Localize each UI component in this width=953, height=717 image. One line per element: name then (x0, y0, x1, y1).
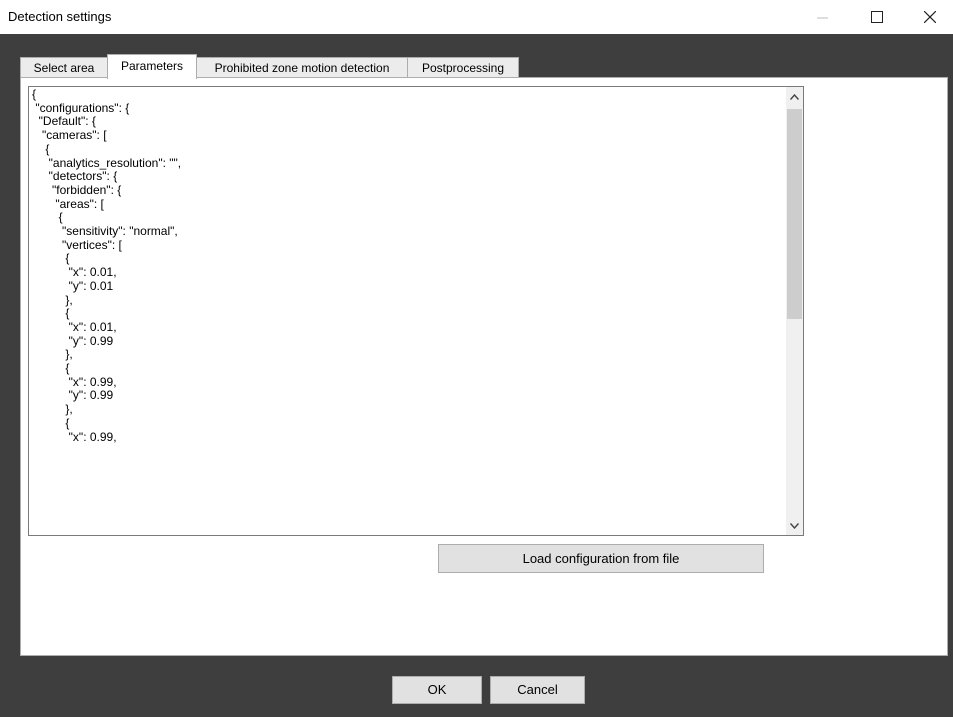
minimize-button[interactable] (799, 0, 845, 34)
ok-button[interactable]: OK (392, 676, 482, 704)
window-title: Detection settings (8, 9, 112, 24)
chevron-down-icon (790, 522, 799, 529)
maximize-button[interactable] (854, 0, 900, 34)
chevron-up-icon (790, 93, 799, 100)
minimize-icon (816, 17, 828, 18)
title-bar: Detection settings (0, 0, 953, 34)
configuration-text-editor[interactable]: { "configurations": { "Default": { "came… (28, 86, 804, 536)
close-icon (924, 11, 936, 23)
scroll-up-button[interactable] (786, 88, 803, 105)
tab-postprocessing[interactable]: Postprocessing (407, 57, 519, 78)
close-button[interactable] (907, 0, 953, 34)
tab-prohibited-zone-motion-detection[interactable]: Prohibited zone motion detection (196, 57, 408, 78)
scrollbar-thumb[interactable] (787, 109, 802, 319)
tab-select-area[interactable]: Select area (20, 57, 108, 78)
load-configuration-button[interactable]: Load configuration from file (438, 544, 764, 573)
configuration-json-text[interactable]: { "configurations": { "Default": { "came… (32, 87, 181, 444)
cancel-button[interactable]: Cancel (490, 676, 585, 704)
vertical-scrollbar[interactable] (786, 87, 803, 535)
scroll-down-button[interactable] (786, 517, 803, 534)
maximize-icon (871, 11, 883, 23)
tab-parameters[interactable]: Parameters (107, 54, 197, 79)
